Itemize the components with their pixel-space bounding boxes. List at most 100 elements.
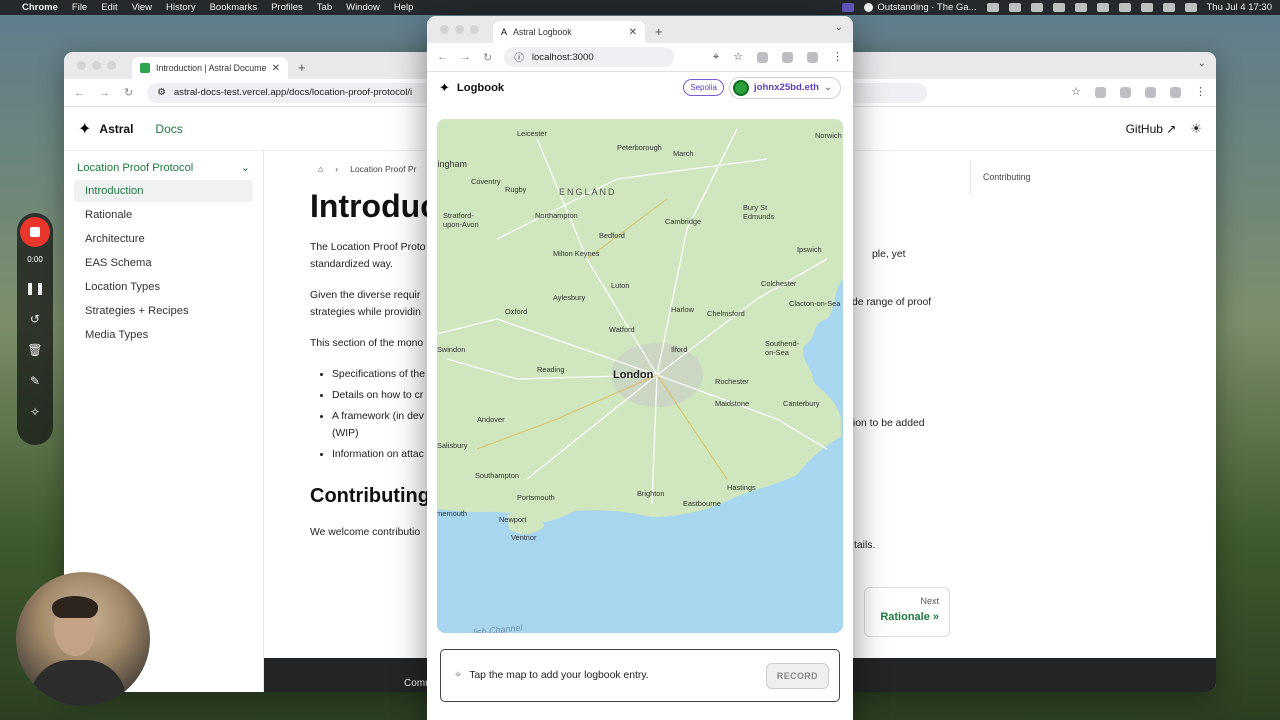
tab-search-icon[interactable]: ⌄: [835, 22, 843, 33]
sidebar-item-eas-schema[interactable]: EAS Schema: [74, 252, 253, 274]
next-page-button[interactable]: Next Rationale »: [864, 587, 950, 637]
menu-bar: Chrome File Edit View History Bookmarks …: [0, 0, 1280, 15]
restart-icon[interactable]: ↺: [30, 312, 40, 326]
map-canvas[interactable]: Leicester Peterborough March Norwich Cov…: [437, 119, 843, 633]
wallet-button[interactable]: johnx25bd.eth ⌄: [728, 76, 841, 99]
tab-search-icon[interactable]: ⌄: [1198, 58, 1206, 69]
location-pin-icon[interactable]: ⌖: [713, 51, 719, 63]
astral-logo-icon[interactable]: ✦: [439, 80, 450, 96]
sidebar-item-media-types[interactable]: Media Types: [74, 324, 253, 346]
github-link[interactable]: GitHub ↗: [1126, 122, 1177, 136]
screen-recorder-tray-icon[interactable]: [842, 3, 855, 12]
tray-icon-4[interactable]: [1052, 3, 1065, 12]
nav-docs-link[interactable]: Docs: [155, 122, 182, 136]
extensions-puzzle-icon[interactable]: [782, 51, 793, 63]
presenter-hair: [52, 596, 98, 618]
list-item: Information on attac: [332, 446, 430, 463]
chevron-down-icon: ⌄: [823, 82, 832, 93]
menu-tab[interactable]: Tab: [317, 2, 332, 13]
bluetooth-icon[interactable]: [1140, 3, 1153, 12]
clock[interactable]: Thu Jul 4 17:30: [1207, 2, 1273, 13]
sidebar-section-header[interactable]: Location Proof Protocol ⌄: [74, 157, 253, 178]
back-icon[interactable]: ←: [437, 51, 448, 63]
logbook-browser-window: A Astral Logbook ✕ + ⌄ ← → ↻ ⓘ localhost…: [427, 16, 853, 720]
maximize-window-button[interactable]: [107, 61, 116, 70]
list-item: Details on how to cr: [332, 387, 430, 404]
new-tab-button[interactable]: +: [655, 24, 663, 39]
minimize-window-button[interactable]: [455, 25, 464, 34]
close-window-button[interactable]: [77, 61, 86, 70]
minimize-window-button[interactable]: [92, 61, 101, 70]
pencil-icon[interactable]: ✎: [30, 374, 40, 388]
presenter-body: [30, 660, 126, 706]
close-tab-icon[interactable]: ✕: [629, 27, 637, 38]
sidebar-item-architecture[interactable]: Architecture: [74, 228, 253, 250]
sidebar-item-introduction[interactable]: Introduction: [74, 180, 253, 202]
map-label: Brighton: [637, 489, 665, 498]
map-label: Newport: [499, 515, 527, 524]
site-info-icon[interactable]: ⓘ: [514, 50, 524, 64]
extension-icon-1[interactable]: [1095, 87, 1106, 98]
forward-icon[interactable]: →: [99, 87, 110, 99]
menu-edit[interactable]: Edit: [101, 2, 117, 13]
pause-icon[interactable]: ❚❚: [25, 281, 45, 295]
tray-icon-2[interactable]: [1008, 3, 1021, 12]
stop-recording-button[interactable]: [20, 217, 50, 247]
reading-list-icon[interactable]: [1145, 87, 1156, 98]
new-tab-button[interactable]: +: [298, 60, 306, 75]
astral-logo-icon[interactable]: ✦: [78, 119, 91, 139]
menu-help[interactable]: Help: [394, 2, 414, 13]
toc-item-contributing[interactable]: Contributing: [970, 160, 1030, 194]
menu-history[interactable]: History: [166, 2, 196, 13]
tray-icon-1[interactable]: [986, 3, 999, 12]
reload-icon[interactable]: ↻: [124, 86, 133, 99]
site-info-icon[interactable]: ⚙: [157, 87, 166, 98]
kebab-menu-icon[interactable]: ⋮: [832, 51, 843, 63]
tray-icon-5[interactable]: [1074, 3, 1087, 12]
sidebar-item-location-types[interactable]: Location Types: [74, 276, 253, 298]
sidebar-item-rationale[interactable]: Rationale: [74, 204, 253, 226]
reload-icon[interactable]: ↻: [483, 51, 492, 64]
extensions-puzzle-icon[interactable]: [1120, 87, 1131, 98]
tab-introduction[interactable]: Introduction | Astral Documen ✕: [132, 57, 288, 79]
effects-icon[interactable]: ✧: [30, 405, 40, 419]
back-icon[interactable]: ←: [74, 87, 85, 99]
address-bar[interactable]: ⓘ localhost:3000: [504, 47, 675, 67]
chevron-down-icon[interactable]: ⌄: [241, 161, 250, 174]
now-playing[interactable]: Outstanding · The Ga...: [864, 2, 977, 13]
bookmark-star-icon[interactable]: ☆: [733, 51, 743, 63]
sidebar-item-strategies-recipes[interactable]: Strategies + Recipes: [74, 300, 253, 322]
menu-profiles[interactable]: Profiles: [271, 2, 303, 13]
logbook-entry-input[interactable]: [469, 670, 766, 681]
network-badge[interactable]: Sepolia: [683, 79, 724, 96]
breadcrumb-item[interactable]: Location Proof Pr: [350, 164, 416, 174]
profile-icon[interactable]: [1170, 87, 1181, 98]
menu-bookmarks[interactable]: Bookmarks: [210, 2, 258, 13]
battery-icon[interactable]: [1096, 3, 1109, 12]
tab-astral-logbook[interactable]: A Astral Logbook ✕: [493, 21, 645, 43]
kebab-menu-icon[interactable]: ⋮: [1195, 87, 1206, 98]
tray-icon-3[interactable]: [1030, 3, 1043, 12]
bookmark-star-icon[interactable]: ☆: [1071, 87, 1081, 98]
menu-view[interactable]: View: [132, 2, 152, 13]
close-tab-icon[interactable]: ✕: [272, 63, 280, 74]
menu-app[interactable]: Chrome: [22, 2, 58, 13]
window-controls: [440, 25, 479, 34]
trash-icon[interactable]: 🗑: [27, 343, 42, 357]
menu-window[interactable]: Window: [346, 2, 380, 13]
menu-file[interactable]: File: [72, 2, 87, 13]
search-icon[interactable]: [1162, 3, 1175, 12]
webcam-overlay[interactable]: [16, 572, 150, 706]
map-label: Norwich: [815, 131, 842, 140]
wifi-icon[interactable]: [1118, 3, 1131, 12]
extension-icon-1[interactable]: [757, 51, 768, 63]
maximize-window-button[interactable]: [470, 25, 479, 34]
control-center-icon[interactable]: [1184, 3, 1197, 12]
close-window-button[interactable]: [440, 25, 449, 34]
profile-icon[interactable]: [807, 51, 818, 63]
home-icon[interactable]: ⌂: [318, 164, 323, 174]
forward-icon[interactable]: →: [460, 51, 471, 63]
record-button[interactable]: RECORD: [765, 662, 829, 689]
theme-toggle-icon[interactable]: ☀: [1190, 121, 1202, 137]
brand-name[interactable]: Astral: [99, 122, 133, 136]
